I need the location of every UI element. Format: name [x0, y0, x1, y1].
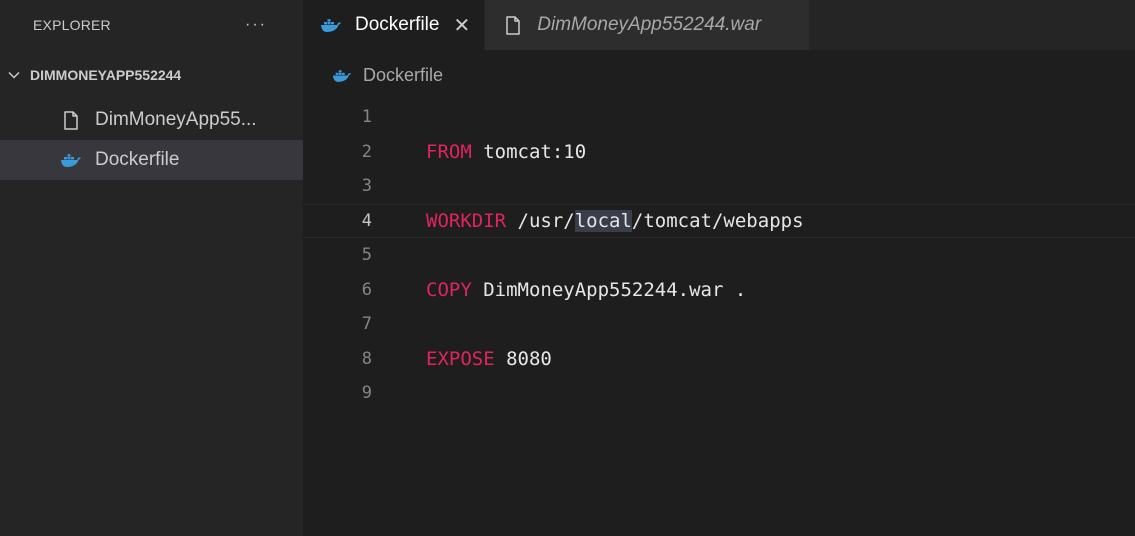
- docker-icon: [60, 150, 82, 170]
- folder-name: DIMMONEYAPP552244: [30, 67, 182, 83]
- file-icon: [501, 15, 525, 35]
- keyword: COPY: [426, 278, 472, 301]
- keyword: WORKDIR: [426, 209, 507, 232]
- line-number: 1: [361, 107, 372, 128]
- code-text: COPY DimMoneyApp552244.war .: [426, 278, 747, 301]
- breadcrumb-item[interactable]: Dockerfile: [363, 65, 443, 86]
- line-number: 8: [361, 348, 372, 369]
- tab-war-file[interactable]: DimMoneyApp552244.war: [485, 0, 811, 50]
- editor-tabs: Dockerfile ✕ DimMoneyApp552244.war: [303, 0, 1135, 50]
- line-number: 2: [361, 141, 372, 162]
- code-line: 5: [303, 238, 1135, 273]
- docker-icon: [331, 66, 353, 84]
- code-line: 6 COPY DimMoneyApp552244.war .: [303, 273, 1135, 308]
- line-number: 5: [361, 245, 372, 266]
- vscode-window: EXPLORER ··· DIMMONEYAPP552244 DimMoneyA…: [0, 0, 1135, 536]
- chevron-down-icon: [6, 67, 22, 83]
- file-item-label: Dockerfile: [95, 149, 180, 170]
- file-item-dockerfile[interactable]: Dockerfile: [0, 140, 303, 180]
- line-number: 3: [361, 176, 372, 197]
- tab-label: DimMoneyApp552244.war: [537, 14, 762, 35]
- line-number: 4: [361, 210, 372, 231]
- explorer-title: EXPLORER: [33, 17, 111, 33]
- code-editor[interactable]: 1 2 FROM tomcat:10 3 4 WORKDIR /usr/loca…: [303, 100, 1135, 411]
- code-text: FROM tomcat:10: [426, 140, 587, 163]
- file-item-war[interactable]: DimMoneyApp55...: [0, 100, 303, 140]
- keyword: EXPOSE: [426, 347, 495, 370]
- breadcrumb: Dockerfile: [303, 50, 1135, 100]
- line-number: 6: [361, 279, 372, 300]
- explorer-header: EXPLORER ···: [0, 0, 303, 50]
- folder-section-header[interactable]: DIMMONEYAPP552244: [0, 50, 303, 100]
- code-line-current: 4 WORKDIR /usr/local/tomcat/webapps: [303, 203, 1135, 238]
- code-line: 9: [303, 376, 1135, 411]
- code-line: 7: [303, 307, 1135, 342]
- code-line: 2 FROM tomcat:10: [303, 135, 1135, 170]
- tab-label: Dockerfile: [355, 14, 440, 35]
- code-line: 8 EXPOSE 8080: [303, 342, 1135, 377]
- file-item-label: DimMoneyApp55...: [95, 109, 257, 130]
- word-highlight: local: [574, 209, 632, 232]
- close-icon[interactable]: ✕: [453, 13, 470, 38]
- editor-area: Dockerfile ✕ DimMoneyApp552244.war Docke…: [303, 0, 1135, 536]
- code-line: 3: [303, 169, 1135, 204]
- more-actions-button[interactable]: ···: [245, 16, 267, 34]
- code-text: EXPOSE 8080: [426, 347, 552, 370]
- code-line: 1: [303, 100, 1135, 135]
- file-icon: [60, 110, 82, 130]
- line-number: 7: [361, 314, 372, 335]
- docker-icon: [319, 15, 343, 35]
- keyword: FROM: [426, 140, 472, 163]
- code-text: WORKDIR /usr/local/tomcat/webapps: [426, 209, 804, 232]
- line-number: 9: [361, 383, 372, 404]
- tab-dockerfile[interactable]: Dockerfile ✕: [303, 0, 486, 50]
- explorer-sidebar: EXPLORER ··· DIMMONEYAPP552244 DimMoneyA…: [0, 0, 303, 536]
